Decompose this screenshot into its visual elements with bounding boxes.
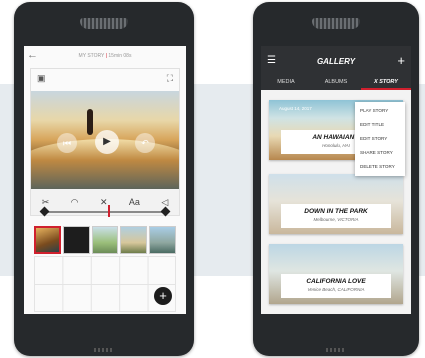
undo-icon[interactable]: ↶ bbox=[135, 133, 155, 153]
story-editor-screen: ← MY STORY | 15min 08s ▣ ⛶ ⏮ ▶ ↶ ✂ ◠ ✕ A… bbox=[24, 46, 186, 314]
speaker-grille bbox=[312, 18, 360, 29]
scissors-icon[interactable]: ✂ bbox=[42, 197, 50, 208]
story-label: CALIFORNIA LOVE Venice Beach, CALIFORNIA bbox=[281, 274, 391, 298]
story-context-menu: PLAY STORY EDIT TITLE EDIT STORY SHARE S… bbox=[355, 102, 405, 176]
story-title: CALIFORNIA LOVE bbox=[306, 278, 366, 285]
split-icon[interactable]: ✕ bbox=[100, 197, 108, 208]
menu-item-share-story[interactable]: SHARE STORY bbox=[355, 146, 405, 160]
clip-thumbnail[interactable] bbox=[62, 226, 90, 254]
video-editor: ▣ ⛶ ⏮ ▶ ↶ ✂ ◠ ✕ Aa ◁ bbox=[30, 68, 180, 216]
clip-thumbnails bbox=[34, 226, 176, 254]
left-phone: ← MY STORY | 15min 08s ▣ ⛶ ⏮ ▶ ↶ ✂ ◠ ✕ A… bbox=[14, 2, 194, 356]
menu-item-edit-title[interactable]: EDIT TITLE bbox=[355, 118, 405, 132]
tab-media[interactable]: MEDIA bbox=[261, 76, 311, 90]
speaker-grille bbox=[80, 18, 128, 29]
tab-x-story[interactable]: X STORY bbox=[361, 76, 411, 90]
chin-vent bbox=[94, 348, 114, 352]
title-separator: | bbox=[105, 53, 107, 59]
story-location: Venice Beach, CALIFORNIA bbox=[307, 287, 365, 292]
expand-icon[interactable]: ⛶ bbox=[167, 73, 173, 84]
crop-icon[interactable]: ▣ bbox=[37, 73, 46, 84]
timeline-track bbox=[44, 211, 166, 213]
text-tool[interactable]: Aa bbox=[129, 197, 140, 207]
story-card[interactable]: CALIFORNIA LOVE Venice Beach, CALIFORNIA bbox=[269, 244, 403, 304]
clip-thumbnail[interactable] bbox=[120, 226, 148, 254]
story-duration: 15min 08s bbox=[108, 53, 132, 59]
add-button[interactable]: + bbox=[397, 53, 405, 68]
chin-vent bbox=[326, 348, 346, 352]
story-card[interactable]: DOWN IN THE PARK Melbourne, VICTORIA bbox=[269, 174, 403, 234]
story-title: DOWN IN THE PARK bbox=[304, 208, 368, 215]
surfer-image bbox=[87, 109, 93, 135]
clip-thumbnail[interactable] bbox=[91, 226, 119, 254]
editor-toolbar-top: ▣ ⛶ bbox=[31, 69, 179, 91]
right-phone: ☰ GALLERY + MEDIA ALBUMS X STORY August … bbox=[253, 2, 419, 356]
tab-bar: MEDIA ALBUMS X STORY bbox=[261, 76, 411, 90]
play-icon[interactable]: ▶ bbox=[95, 130, 119, 154]
page-title: GALLERY bbox=[316, 57, 356, 66]
editor-header: ← MY STORY | 15min 08s bbox=[24, 46, 186, 68]
story-label: DOWN IN THE PARK Melbourne, VICTORIA bbox=[281, 204, 391, 228]
rewind-icon[interactable]: ⏮ bbox=[57, 133, 77, 153]
tab-albums[interactable]: ALBUMS bbox=[311, 76, 361, 90]
story-title: MY STORY | 15min 08s bbox=[24, 53, 186, 59]
video-preview[interactable]: ⏮ ▶ ↶ bbox=[31, 91, 179, 189]
timeline-slider[interactable] bbox=[39, 205, 171, 217]
gallery-screen: ☰ GALLERY + MEDIA ALBUMS X STORY August … bbox=[261, 46, 411, 314]
menu-item-edit-story[interactable]: EDIT STORY bbox=[355, 132, 405, 146]
story-label: MY STORY bbox=[78, 53, 105, 59]
menu-item-delete-story[interactable]: DELETE STORY bbox=[355, 160, 405, 174]
empty-clip-grid bbox=[34, 256, 176, 312]
speed-icon[interactable]: ◠ bbox=[71, 197, 79, 208]
clip-thumbnail[interactable] bbox=[149, 226, 176, 254]
story-location: Melbourne, VICTORIA bbox=[313, 217, 359, 222]
menu-item-play-story[interactable]: PLAY STORY bbox=[355, 104, 405, 118]
story-date: August 14, 2017 bbox=[279, 106, 312, 111]
clip-thumbnail[interactable] bbox=[34, 226, 61, 254]
timeline-playhead[interactable] bbox=[108, 205, 110, 217]
app-bar: ☰ GALLERY + MEDIA ALBUMS X STORY bbox=[261, 46, 411, 90]
add-clip-button[interactable]: + bbox=[154, 287, 172, 305]
